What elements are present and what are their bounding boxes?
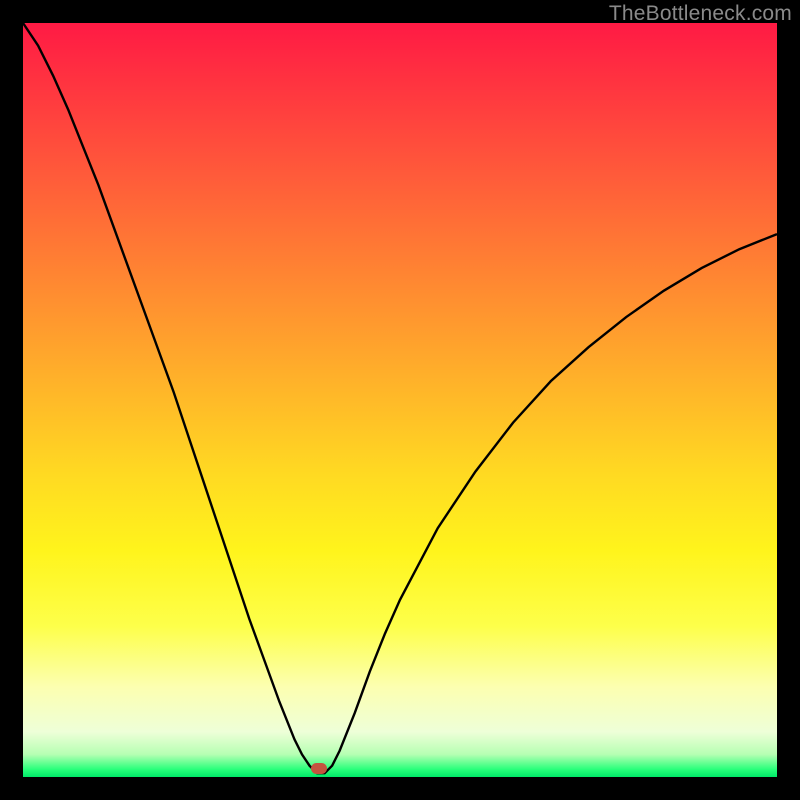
watermark-text: TheBottleneck.com xyxy=(609,2,792,26)
plot-area xyxy=(23,23,777,777)
curve-path xyxy=(23,23,777,773)
chart-frame: TheBottleneck.com xyxy=(0,0,800,800)
minimum-marker xyxy=(311,763,327,774)
bottleneck-curve xyxy=(23,23,777,777)
